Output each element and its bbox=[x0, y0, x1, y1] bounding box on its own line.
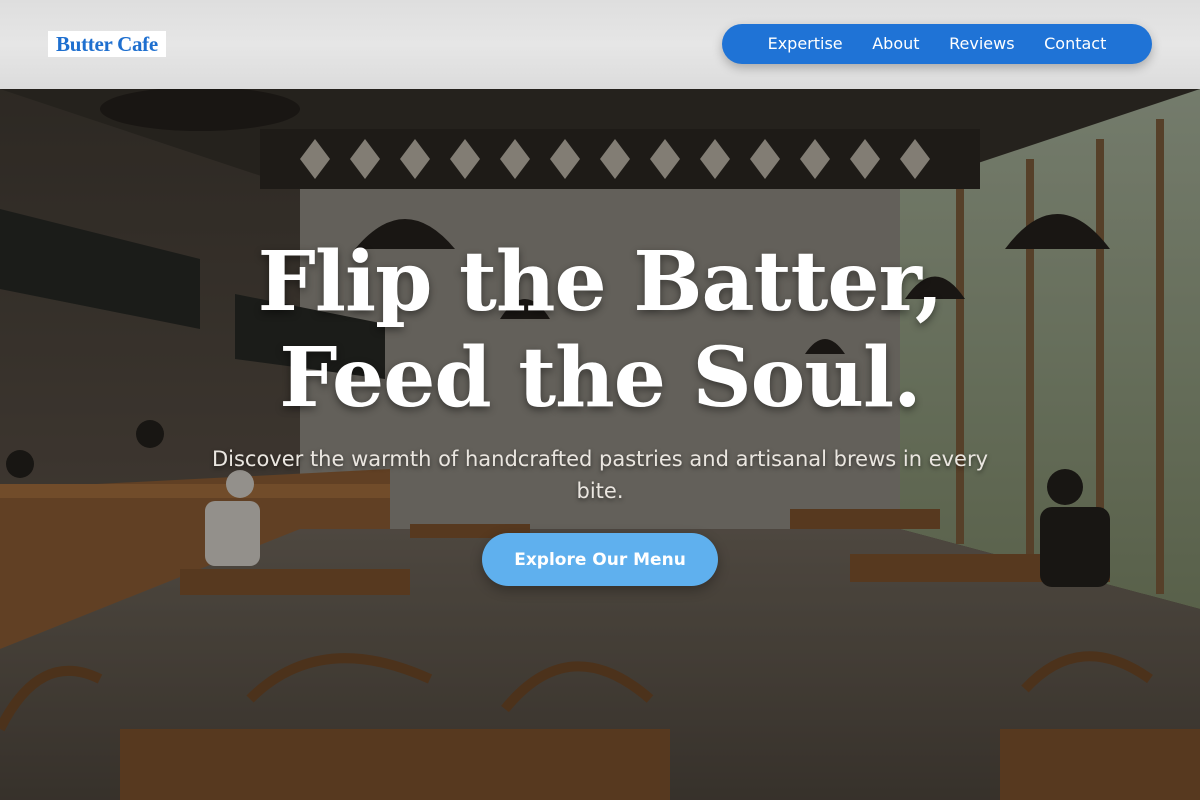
logo[interactable]: Butter Cafe bbox=[48, 31, 166, 57]
explore-menu-button[interactable]: Explore Our Menu bbox=[482, 533, 718, 586]
hero-title-line-2: Feed the Soul. bbox=[279, 330, 921, 426]
hero-title-line-1: Flip the Batter, bbox=[257, 234, 944, 330]
hero-title: Flip the Batter, Feed the Soul. bbox=[0, 234, 1200, 426]
nav-contact[interactable]: Contact bbox=[1044, 24, 1106, 64]
nav-reviews[interactable]: Reviews bbox=[949, 24, 1014, 64]
hero-subtitle: Discover the warmth of handcrafted pastr… bbox=[211, 447, 989, 503]
site-header: Butter Cafe Expertise About Reviews Cont… bbox=[0, 0, 1200, 89]
nav-about[interactable]: About bbox=[872, 24, 919, 64]
hero-section: Flip the Batter, Feed the Soul. Discover… bbox=[0, 89, 1200, 800]
nav-expertise[interactable]: Expertise bbox=[768, 24, 843, 64]
main-nav: Expertise About Reviews Contact bbox=[722, 24, 1152, 64]
